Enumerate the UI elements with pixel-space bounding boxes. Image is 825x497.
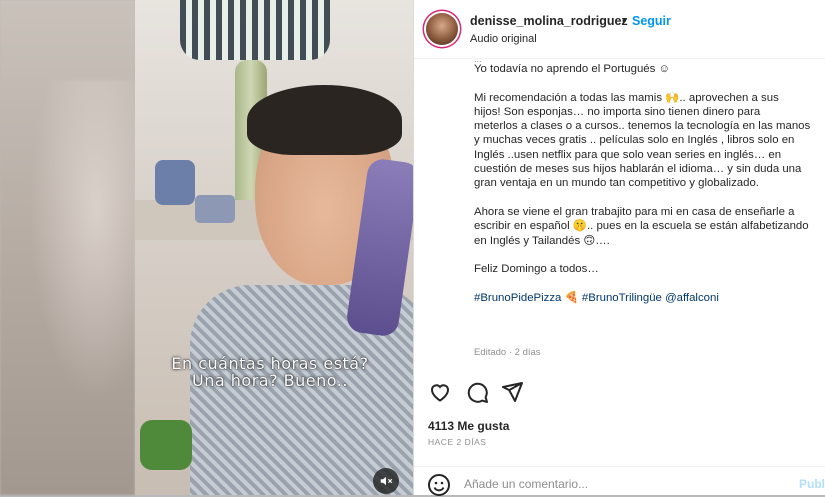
cut-off-line: ...	[474, 54, 482, 62]
caption-line: Yo todavía no aprendo el Portugués ☺	[474, 63, 671, 75]
edited-label: Editado · 2 días	[474, 347, 541, 358]
hashtag-link[interactable]: #BrunoPidePizza 🍕	[474, 292, 579, 304]
comment-input[interactable]: Añade un comentario...	[464, 477, 588, 491]
toy	[195, 195, 235, 223]
video-subtitle: En cuántas horas está? Una hora? Bueno..	[135, 355, 405, 389]
mention-link[interactable]: @affalconi	[665, 292, 719, 304]
smiley-icon[interactable]	[427, 473, 451, 497]
caption-line: hijos! Son esponjas… no importa sino tie…	[474, 105, 761, 118]
subtitle-line: En cuántas horas está?	[171, 354, 369, 373]
mute-button[interactable]	[373, 468, 399, 494]
post-caption: ... Yo todavía no aprendo el Portugués ☺…	[474, 52, 825, 362]
action-bar	[428, 380, 548, 406]
send-icon[interactable]	[500, 380, 524, 404]
hashtag-line: #BrunoPidePizza 🍕 #BrunoTrilingüe @affal…	[474, 291, 825, 305]
caption-line: y muchas veces gratis .. películas solo …	[474, 134, 795, 147]
caption-line: escribir en español 🤫.. pues en la escue…	[474, 220, 809, 233]
caption-line: Feliz Domingo a todos…	[474, 263, 599, 276]
follow-button[interactable]: Seguir	[632, 14, 671, 28]
caption-line: Mi recomendación a todas las mamis 🙌.. a…	[474, 91, 779, 104]
lamp-shade	[180, 0, 330, 60]
post-header: denisse_molina_rodriguez • Seguir Audio …	[414, 0, 825, 59]
audio-link[interactable]: Audio original	[470, 33, 537, 45]
caption-line: Ahora se viene el gran trabajito para mi…	[474, 205, 795, 218]
likes-count[interactable]: 4113 Me gusta	[428, 419, 509, 433]
comment-icon[interactable]	[465, 380, 489, 404]
muted-speaker-icon	[380, 476, 393, 486]
publish-button[interactable]: Publi	[799, 477, 825, 491]
comment-bar: Añade un comentario... Publi	[414, 466, 825, 497]
video-player[interactable]: En cuántas horas está? Una hora? Bueno..	[135, 0, 413, 495]
username-link[interactable]: denisse_molina_rodriguez	[470, 14, 628, 28]
blurred-background	[0, 0, 140, 495]
post-panel: denisse_molina_rodriguez • Seguir Audio …	[413, 0, 825, 497]
hashtag-link[interactable]: #BrunoTrilingüe	[582, 292, 662, 304]
caption-line: en Inglés y Tailandés 🙃….	[474, 234, 610, 247]
green-toy	[140, 420, 192, 470]
child-hair	[247, 85, 402, 155]
caption-line: meterlos a clases o a cursos.. tenemos l…	[474, 120, 811, 133]
toy	[155, 160, 195, 205]
subtitle-line: Una hora? Bueno..	[192, 371, 348, 390]
heart-icon[interactable]	[428, 380, 452, 404]
caption-line: Inglés ..usen netflix para que solo vean…	[474, 148, 782, 161]
caption-line: gran ventaja en un mundo tan competitivo…	[474, 177, 759, 190]
avatar[interactable]	[426, 13, 458, 45]
caption-line: cuestión de meses sus hijos hablarán el …	[474, 163, 802, 176]
post-time: HACE 2 DÍAS	[428, 437, 487, 447]
separator-dot: •	[622, 14, 627, 28]
